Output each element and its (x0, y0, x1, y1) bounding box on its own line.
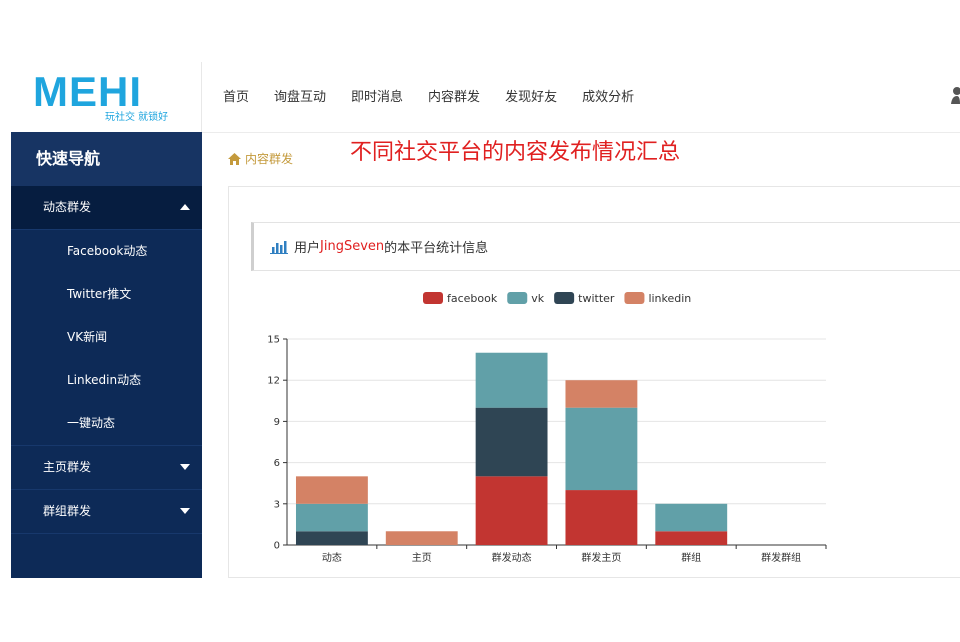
legend-swatch-linkedin (624, 292, 645, 304)
x-tick-label: 群组 (681, 551, 701, 564)
legend-label-linkedin: linkedin (648, 292, 691, 305)
bar-twitter (295, 531, 368, 545)
x-tick-label: 主页 (412, 552, 432, 564)
bar-vk (565, 407, 638, 491)
legend-label-facebook: facebook (447, 292, 498, 305)
x-tick-label: 动态 (322, 551, 342, 564)
bar-linkedin (385, 531, 458, 545)
x-tick-label: 群发动态 (492, 551, 532, 564)
legend-label-vk: vk (531, 292, 545, 305)
bar-vk (475, 352, 548, 408)
bar-vk (655, 503, 728, 532)
legend-label-twitter: twitter (578, 292, 615, 305)
y-tick-label: 6 (274, 458, 280, 469)
legend-swatch-twitter (554, 292, 575, 304)
bar-facebook (475, 476, 548, 545)
legend-swatch-vk (507, 292, 528, 304)
x-tick-label: 群发主页 (581, 551, 621, 564)
x-tick-label: 群发群组 (761, 551, 801, 564)
y-tick-label: 3 (274, 499, 280, 510)
bar-vk (295, 503, 368, 532)
bar-twitter (475, 407, 548, 477)
bar-facebook (655, 531, 728, 545)
y-tick-label: 0 (274, 541, 280, 552)
y-tick-label: 12 (267, 376, 280, 387)
bar-linkedin (565, 380, 638, 408)
y-tick-label: 9 (274, 417, 280, 428)
bar-facebook (565, 490, 638, 545)
legend-swatch-facebook (423, 292, 443, 304)
bar-linkedin (295, 476, 368, 504)
y-tick-label: 15 (267, 335, 280, 346)
stacked-bar-chart: 0 3 6 9 12 15 动态 主页 群发动态 群发主页 群组 群发群组 facebook vk twit… (267, 292, 827, 564)
